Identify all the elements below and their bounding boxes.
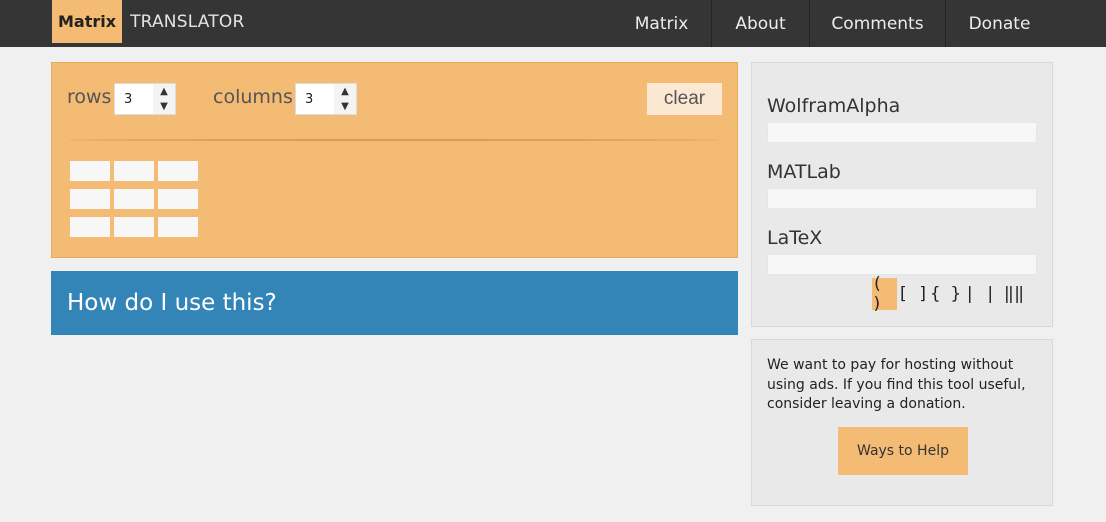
ways-to-help-button[interactable]: Ways to Help — [838, 427, 968, 475]
matrix-input-panel: rows ▲ ▼ columns ▲ ▼ clear — [51, 62, 738, 258]
matrix-cell[interactable] — [70, 217, 110, 237]
rows-input[interactable] — [115, 84, 153, 114]
rows-increment-icon[interactable]: ▲ — [153, 84, 175, 99]
nav-comments[interactable]: Comments — [809, 0, 945, 47]
matrix-grid — [70, 161, 198, 237]
matrix-cell[interactable] — [70, 161, 110, 181]
wolframalpha-label: WolframAlpha — [767, 95, 901, 117]
brand-logo[interactable]: Matrix TRANSLATOR — [52, 0, 244, 43]
matrix-cell[interactable] — [114, 161, 154, 181]
matrix-cell[interactable] — [114, 217, 154, 237]
how-to-use-toggle[interactable]: How do I use this? — [51, 271, 738, 335]
nav-matrix[interactable]: Matrix — [612, 0, 711, 47]
latex-output[interactable] — [767, 254, 1037, 275]
clear-button[interactable]: clear — [647, 83, 722, 115]
bracket-selector: ( ) [ ] { } | | ‖‖ — [872, 274, 1030, 314]
matrix-cell[interactable] — [114, 189, 154, 209]
bracket-square[interactable]: [ ] — [897, 278, 929, 310]
wolframalpha-output[interactable] — [767, 122, 1037, 143]
nav-about[interactable]: About — [711, 0, 809, 47]
columns-increment-icon[interactable]: ▲ — [334, 84, 356, 99]
latex-label: LaTeX — [767, 227, 823, 249]
brand-translator-text: TRANSLATOR — [130, 11, 245, 32]
matrix-cell[interactable] — [70, 189, 110, 209]
rows-label: rows — [67, 86, 112, 108]
panel-divider — [68, 139, 720, 141]
bracket-parentheses[interactable]: ( ) — [872, 274, 897, 314]
rows-decrement-icon[interactable]: ▼ — [153, 99, 175, 114]
main-nav: Matrix About Comments Donate — [612, 0, 1106, 47]
columns-input[interactable] — [296, 84, 334, 114]
columns-stepper[interactable]: ▲ ▼ — [295, 83, 357, 115]
brand-matrix-badge: Matrix — [52, 0, 123, 43]
matrix-cell[interactable] — [158, 189, 198, 209]
columns-label: columns — [213, 86, 293, 108]
matlab-output[interactable] — [767, 188, 1037, 209]
rows-stepper[interactable]: ▲ ▼ — [114, 83, 176, 115]
matlab-label: MATLab — [767, 161, 841, 183]
columns-decrement-icon[interactable]: ▼ — [334, 99, 356, 114]
bracket-vertical-bars[interactable]: | | — [962, 278, 998, 310]
bracket-double-bars[interactable]: ‖‖ — [998, 278, 1030, 310]
donate-message: We want to pay for hosting without using… — [767, 357, 1026, 412]
bracket-curly[interactable]: { } — [929, 278, 962, 310]
output-panel: WolframAlpha MATLab LaTeX ( ) [ ] { } | … — [751, 62, 1053, 327]
donate-panel: We want to pay for hosting without using… — [751, 339, 1053, 506]
matrix-cell[interactable] — [158, 161, 198, 181]
nav-donate[interactable]: Donate — [945, 0, 1053, 47]
matrix-cell[interactable] — [158, 217, 198, 237]
top-navbar: Matrix TRANSLATOR Matrix About Comments … — [0, 0, 1106, 47]
